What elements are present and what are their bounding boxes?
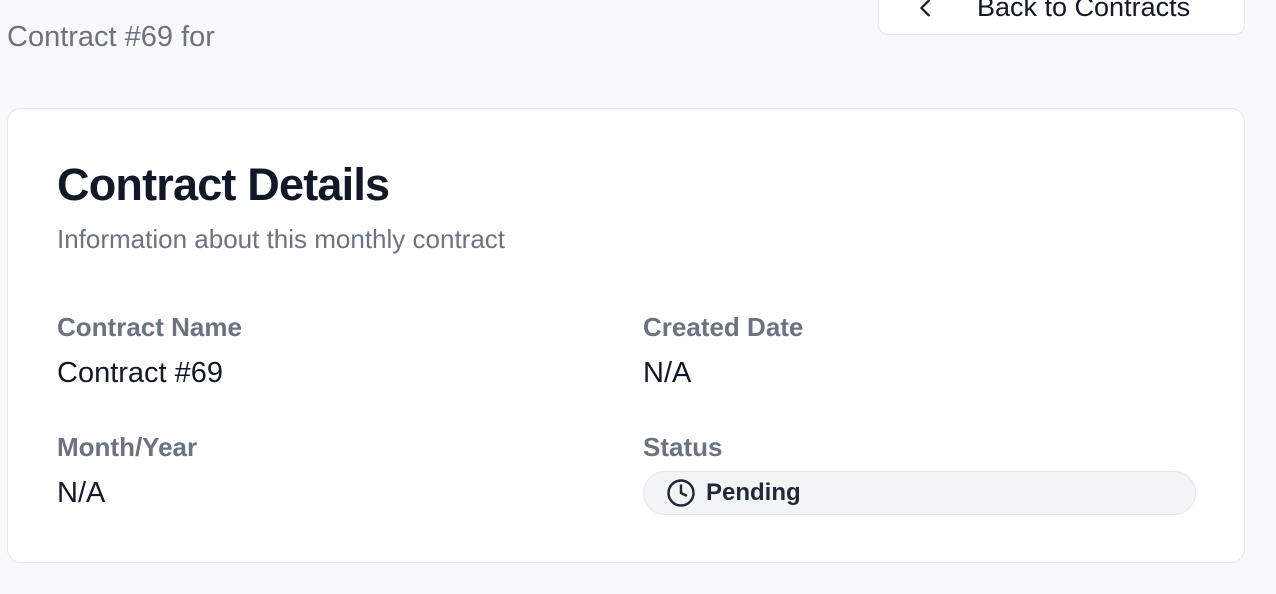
month-year-value: N/A <box>57 477 106 509</box>
field-status: Status Pending <box>643 431 1196 515</box>
status-label: Status <box>643 432 723 462</box>
field-created-date: Created Date N/A <box>643 311 803 391</box>
clock-icon <box>666 478 696 508</box>
back-to-contracts-button[interactable]: Back to Contracts <box>878 0 1245 35</box>
chevron-left-icon <box>915 0 937 19</box>
field-month-year: Month/Year N/A <box>57 431 197 511</box>
back-button-label: Back to Contracts <box>977 0 1191 22</box>
contract-name-value: Contract #69 <box>57 357 224 389</box>
card-description: Information about this monthly contract <box>57 224 506 254</box>
contract-detail-page: Contract #69 for Back to Contracts Contr… <box>0 0 1276 594</box>
status-badge: Pending <box>643 471 1196 515</box>
created-date-value: N/A <box>643 357 692 389</box>
created-date-label: Created Date <box>643 312 804 342</box>
status-value: Pending <box>706 479 801 506</box>
contract-details-card: Contract Details Information about this … <box>7 108 1245 563</box>
contract-name-label: Contract Name <box>57 312 242 342</box>
field-contract-name: Contract Name Contract #69 <box>57 311 242 391</box>
month-year-label: Month/Year <box>57 432 198 462</box>
page-subtitle: Contract #69 for <box>7 21 215 53</box>
card-title: Contract Details <box>57 159 390 210</box>
